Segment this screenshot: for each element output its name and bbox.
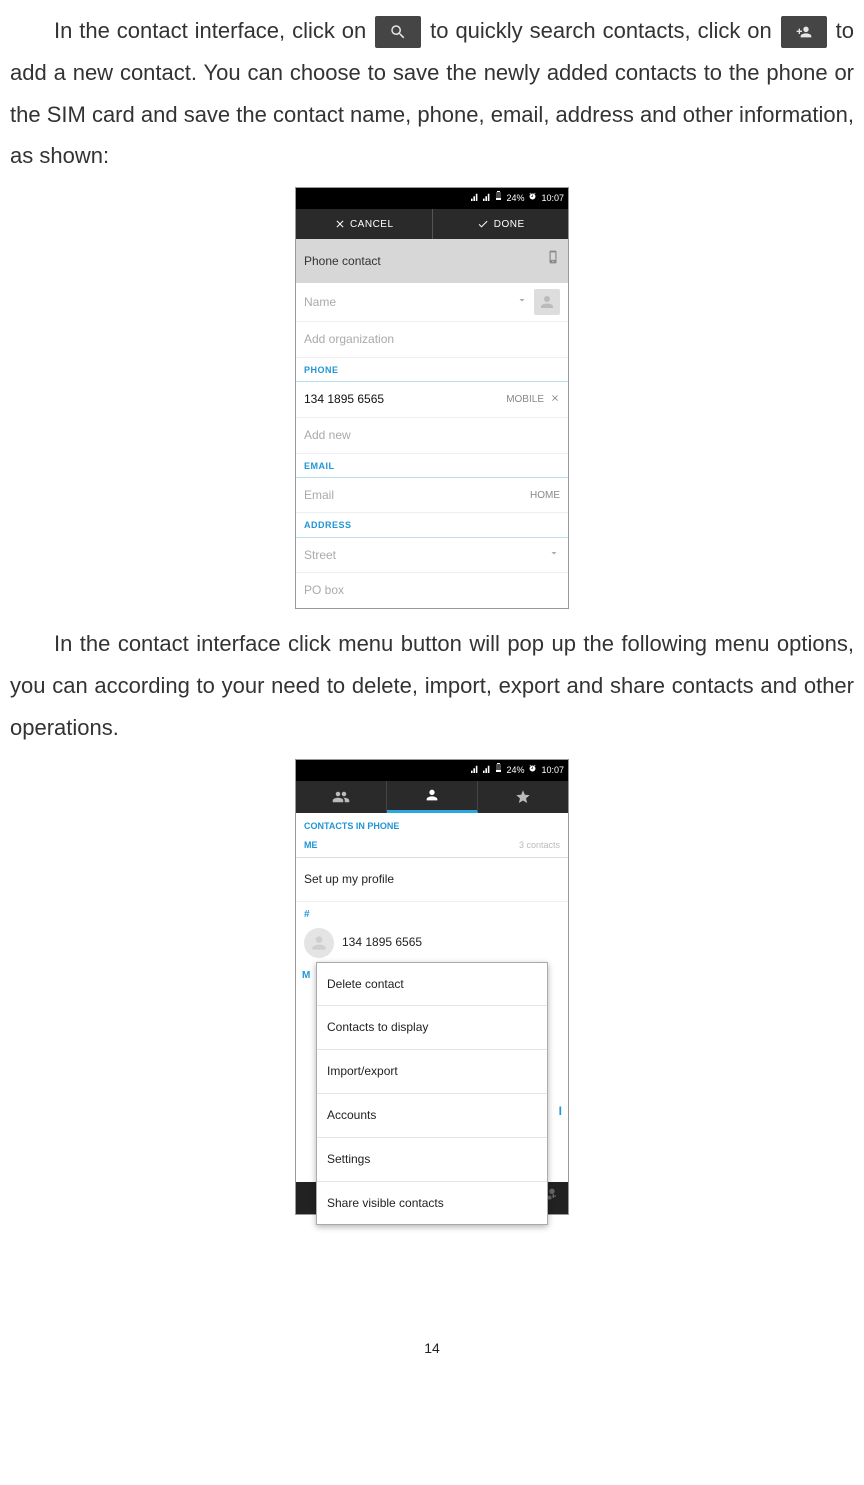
status-time: 10:07 — [541, 762, 564, 779]
screenshot-add-contact: 24% 10:07 CANCEL DONE Phone contact Name… — [295, 187, 569, 609]
screenshot-contact-menu: 24% 10:07 CONTACTS IN PHONE ME 3 contact… — [295, 759, 569, 1215]
battery-icon — [495, 762, 502, 779]
add-contact-icon — [781, 16, 827, 48]
add-organization-placeholder: Add organization — [304, 328, 560, 351]
name-placeholder: Name — [304, 291, 510, 314]
email-type[interactable]: HOME — [530, 486, 560, 505]
setup-profile-row[interactable]: Set up my profile — [296, 858, 568, 902]
me-label: ME — [304, 837, 318, 854]
alarm-icon — [528, 190, 537, 207]
chevron-down-icon[interactable] — [548, 544, 560, 567]
search-icon — [375, 16, 421, 48]
p2-text: In the contact interface click menu butt… — [10, 631, 854, 740]
battery-percent: 24% — [506, 762, 524, 779]
tab-favorites[interactable] — [478, 781, 568, 813]
account-row[interactable]: Phone contact — [296, 239, 568, 283]
street-placeholder: Street — [304, 544, 542, 567]
tab-contacts[interactable] — [387, 781, 478, 813]
contact-avatar-placeholder[interactable] — [534, 289, 560, 315]
section-letter: M — [302, 966, 310, 985]
tab-groups[interactable] — [296, 781, 387, 813]
phone-device-icon — [546, 247, 560, 275]
contact-row[interactable]: 134 1895 6565 — [296, 924, 568, 962]
phone-value: 134 1895 6565 — [304, 388, 500, 411]
name-field[interactable]: Name — [296, 283, 568, 322]
contact-count: 3 contacts — [519, 837, 560, 854]
paragraph-1: In the contact interface, click on to qu… — [10, 10, 854, 177]
account-label: Phone contact — [304, 250, 381, 273]
tab-bar — [296, 781, 568, 813]
phone-section-label: PHONE — [296, 358, 568, 382]
status-bar: 24% 10:07 — [296, 188, 568, 209]
action-bar: CANCEL DONE — [296, 209, 568, 239]
phone-type[interactable]: MOBILE — [506, 390, 544, 409]
signal-icon-2 — [483, 762, 491, 779]
p1-text-b: to quickly search contacts, click on — [430, 18, 779, 43]
pobox-field[interactable]: PO box — [296, 573, 568, 608]
avatar — [304, 928, 334, 958]
add-organization-field[interactable]: Add organization — [296, 322, 568, 358]
setup-profile-label: Set up my profile — [304, 872, 394, 886]
scroll-index-letter[interactable]: I — [559, 1100, 562, 1123]
phone-field[interactable]: 134 1895 6565 MOBILE — [296, 382, 568, 418]
menu-item-delete[interactable]: Delete contact — [317, 963, 547, 1007]
chevron-down-icon[interactable] — [516, 291, 528, 314]
street-field[interactable]: Street — [296, 538, 568, 574]
email-placeholder: Email — [304, 484, 524, 507]
p1-text-a: In the contact interface, click on — [54, 18, 373, 43]
status-time: 10:07 — [541, 190, 564, 207]
menu-item-accounts[interactable]: Accounts — [317, 1094, 547, 1138]
context-menu: Delete contact Contacts to display Impor… — [316, 962, 548, 1226]
paragraph-2: In the contact interface click menu butt… — [10, 623, 854, 748]
add-new-phone-field[interactable]: Add new — [296, 418, 568, 454]
cancel-button[interactable]: CANCEL — [296, 209, 433, 239]
menu-item-share[interactable]: Share visible contacts — [317, 1182, 547, 1225]
done-label: DONE — [494, 215, 525, 234]
contacts-in-phone-label: CONTACTS IN PHONE — [296, 813, 568, 837]
menu-item-settings[interactable]: Settings — [317, 1138, 547, 1182]
pobox-placeholder: PO box — [304, 579, 560, 602]
signal-icon — [471, 190, 479, 207]
email-section-label: EMAIL — [296, 454, 568, 478]
cancel-label: CANCEL — [350, 215, 394, 234]
page-number: 14 — [10, 1335, 854, 1362]
contact-name: 134 1895 6565 — [342, 931, 422, 954]
battery-icon — [495, 190, 502, 207]
me-row: ME 3 contacts — [296, 837, 568, 858]
section-hash: # — [296, 902, 568, 924]
menu-item-import-export[interactable]: Import/export — [317, 1050, 547, 1094]
remove-phone-button[interactable] — [550, 388, 560, 411]
add-new-placeholder: Add new — [304, 424, 560, 447]
menu-item-display[interactable]: Contacts to display — [317, 1006, 547, 1050]
status-bar: 24% 10:07 — [296, 760, 568, 781]
email-field[interactable]: Email HOME — [296, 478, 568, 514]
battery-percent: 24% — [506, 190, 524, 207]
alarm-icon — [528, 762, 537, 779]
address-section-label: ADDRESS — [296, 513, 568, 537]
done-button[interactable]: DONE — [433, 209, 569, 239]
signal-icon — [471, 762, 479, 779]
signal-icon-2 — [483, 190, 491, 207]
